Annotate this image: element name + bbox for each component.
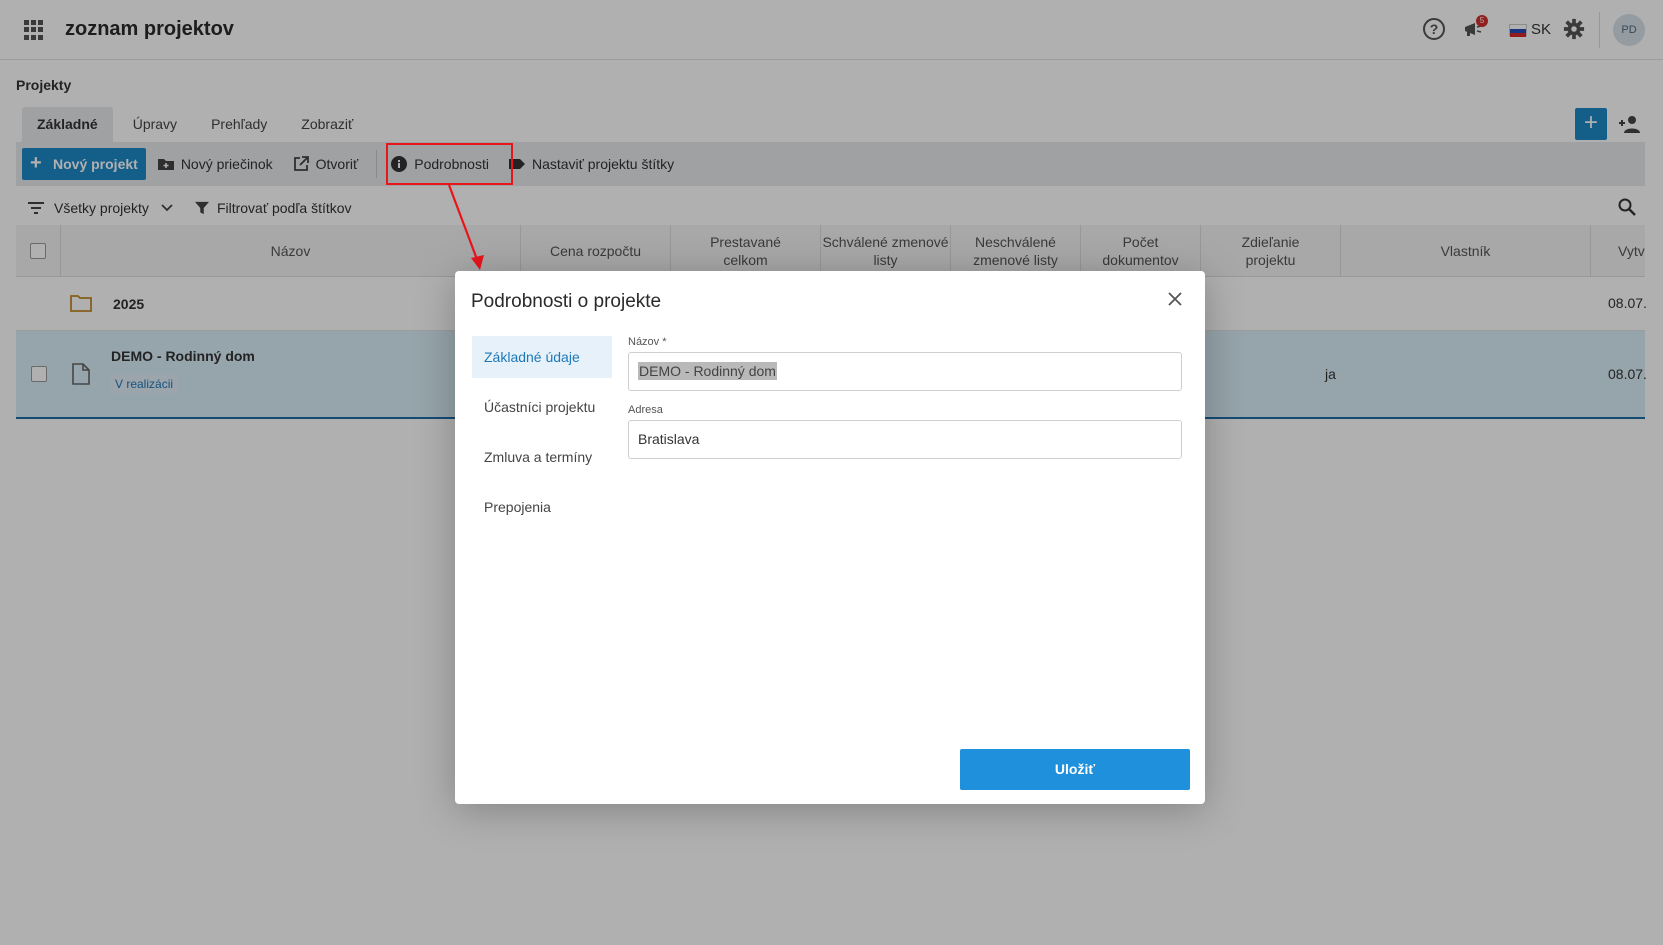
name-field-label: Názov *: [628, 336, 667, 348]
page: zoznam projektov ? 5 SK PD Projekty Zákl…: [0, 0, 1663, 945]
address-field-label: Adresa: [628, 404, 663, 416]
dialog-title: Podrobnosti o projekte: [471, 291, 662, 312]
save-button[interactable]: Uložiť: [960, 749, 1190, 790]
nav-connections[interactable]: Prepojenia: [472, 486, 612, 528]
name-field-value: DEMO - Rodinný dom: [638, 362, 777, 380]
nav-contract-terms[interactable]: Zmluva a termíny: [472, 436, 612, 478]
project-details-dialog: Podrobnosti o projekte Základné údaje Úč…: [455, 271, 1205, 804]
close-icon[interactable]: [1167, 291, 1183, 307]
details-highlight: [386, 143, 513, 185]
nav-basic-info[interactable]: Základné údaje: [472, 336, 612, 378]
nav-participants[interactable]: Účastníci projektu: [472, 386, 612, 428]
address-field[interactable]: Bratislava: [628, 420, 1182, 459]
name-field[interactable]: DEMO - Rodinný dom: [628, 352, 1182, 391]
